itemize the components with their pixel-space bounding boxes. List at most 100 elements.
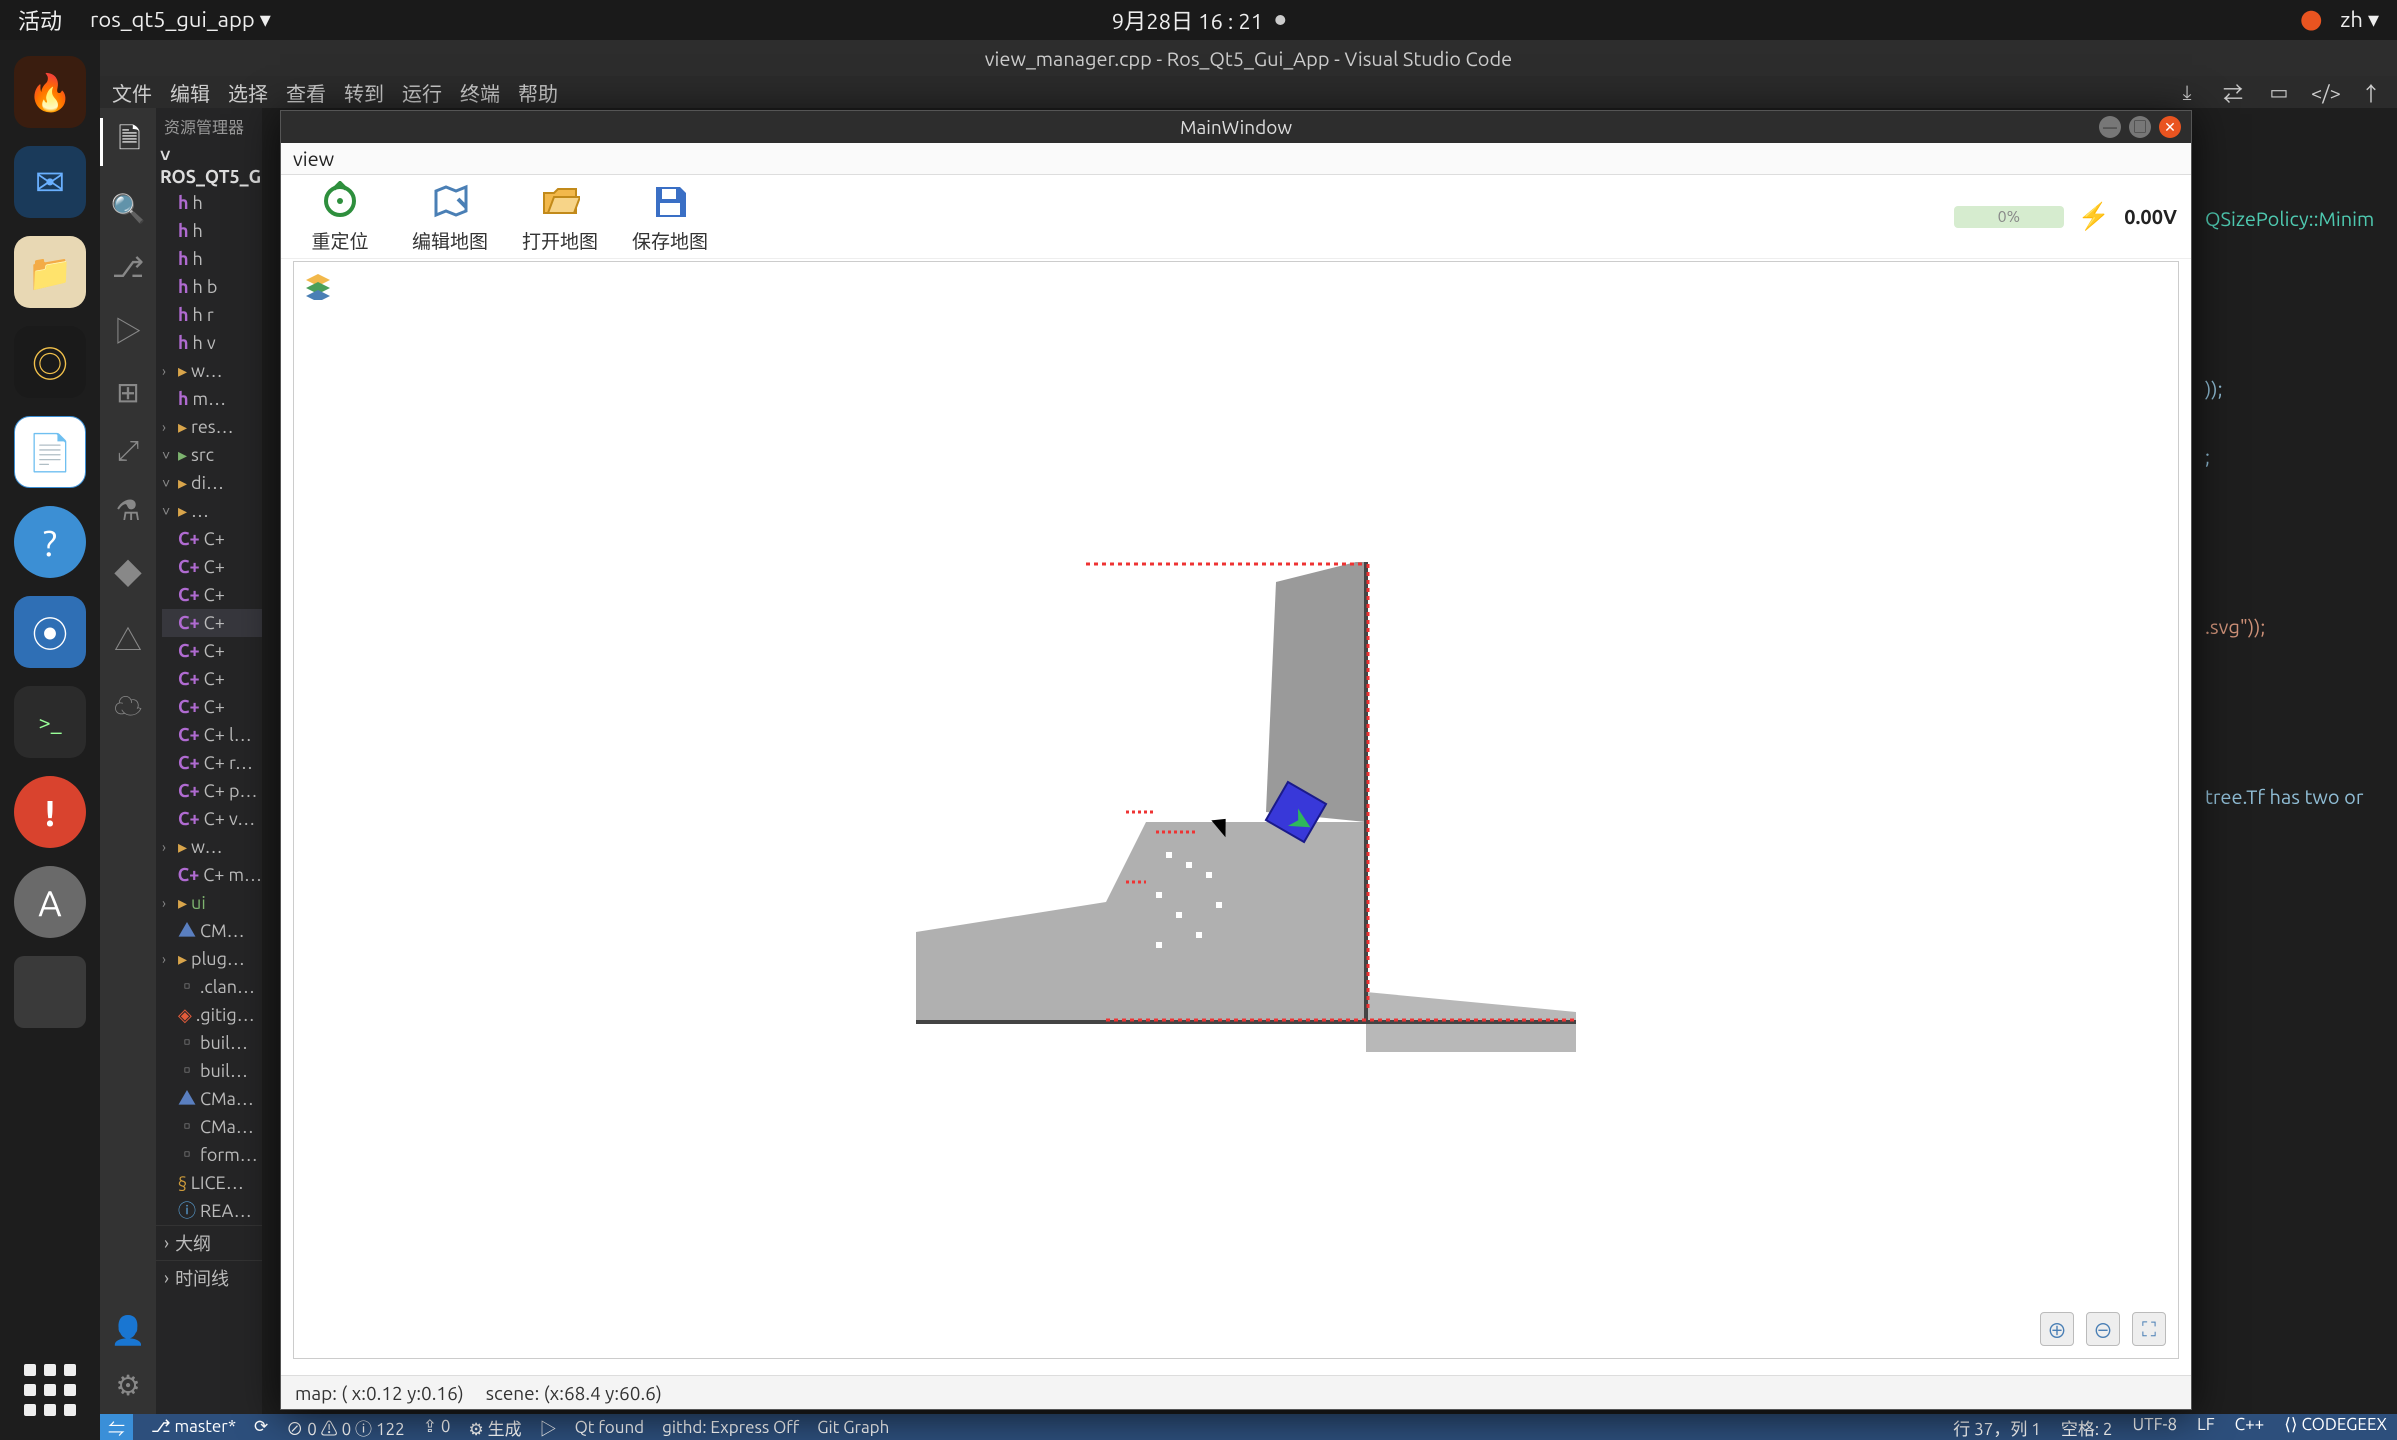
tree-item[interactable]: h h b — [162, 273, 262, 301]
tree-item[interactable]: h h — [162, 245, 262, 273]
tree-item[interactable]: ›▸ ui — [162, 889, 262, 917]
eol[interactable]: LF — [2197, 1415, 2215, 1440]
menu-go[interactable]: 转到 — [344, 78, 384, 107]
tree-item[interactable]: C+ C+ v… — [162, 805, 262, 833]
menu-run[interactable]: 运行 — [402, 78, 442, 107]
menu-help[interactable]: 帮助 — [518, 78, 558, 107]
dock-crash[interactable]: ! — [14, 776, 86, 848]
cursor-pos[interactable]: 行 37，列 1 — [1953, 1415, 2041, 1440]
dock-updater[interactable]: A — [14, 866, 86, 938]
activity-test-icon[interactable]: ⚗ — [115, 494, 140, 527]
clock[interactable]: 9月28日 16 : 21 — [1112, 4, 1263, 36]
tree-item[interactable]: h h — [162, 217, 262, 245]
tree-item[interactable]: h h — [162, 189, 262, 217]
activities-button[interactable]: 活动 — [18, 4, 62, 36]
tree-item[interactable]: h h v — [162, 329, 262, 357]
qt-titlebar[interactable]: MainWindow — □ ✕ — [281, 111, 2191, 143]
input-language[interactable]: zh ▾ — [2340, 7, 2379, 33]
dock-rhythmbox[interactable]: ◎ — [14, 326, 86, 398]
download-icon[interactable]: ⤓ — [2173, 80, 2201, 104]
tree-item[interactable]: ›▸ plug… — [162, 945, 262, 973]
dock-vscode[interactable]: ⦿ — [14, 596, 86, 668]
git-branch[interactable]: ⎇ master* — [151, 1417, 236, 1437]
timeline-section[interactable]: ›时间线 — [156, 1260, 262, 1295]
zoom-out-button[interactable]: ⊖ — [2086, 1312, 2120, 1346]
indent[interactable]: 空格: 2 — [2061, 1415, 2113, 1440]
tree-item[interactable]: C+ C+ — [162, 637, 262, 665]
dock-files[interactable]: 📁 — [14, 236, 86, 308]
tree-item[interactable]: ˅▸ … — [162, 497, 262, 525]
activity-cmake-icon[interactable]: △ — [114, 619, 142, 659]
qt-found[interactable]: Qt found — [575, 1418, 645, 1437]
tree-item[interactable]: ▫ buil… — [162, 1057, 262, 1085]
gitgraph[interactable]: Git Graph — [817, 1418, 889, 1437]
open-map-button[interactable]: 打开地图 — [515, 179, 605, 254]
tree-item[interactable]: ›▸ w… — [162, 357, 262, 385]
activity-run-icon[interactable]: ▷ — [114, 310, 142, 350]
activity-cloud-icon[interactable]: ☁ — [114, 685, 142, 725]
dock-firefox[interactable]: 🔥 — [14, 56, 86, 128]
show-apps-button[interactable] — [24, 1364, 76, 1416]
ports[interactable]: ⇪ 0 — [423, 1417, 451, 1437]
activity-scm-icon[interactable]: ⎇ — [112, 251, 144, 284]
zoom-in-button[interactable]: ⊕ — [2040, 1312, 2074, 1346]
split-icon[interactable]: ▭ — [2265, 80, 2293, 104]
tree-item[interactable]: C+ C+ — [162, 553, 262, 581]
remote-indicator[interactable]: ⇋ — [100, 1414, 133, 1440]
tree-item[interactable]: ˅▸ src — [162, 441, 262, 469]
maximize-button[interactable]: □ — [2129, 116, 2151, 138]
encoding[interactable]: UTF-8 — [2133, 1415, 2178, 1440]
save-map-button[interactable]: 保存地图 — [625, 179, 715, 254]
tree-item[interactable]: ▫ CMa… — [162, 1113, 262, 1141]
relocate-button[interactable]: 重定位 — [295, 179, 385, 254]
layers-icon[interactable] — [304, 272, 332, 300]
tree-item[interactable]: C+ C+ — [162, 525, 262, 553]
tree-item[interactable]: h m… — [162, 385, 262, 413]
tree-item[interactable]: C+ C+ m… — [162, 861, 262, 889]
tree-item[interactable]: h h r — [162, 301, 262, 329]
menu-edit[interactable]: 编辑 — [170, 78, 210, 107]
run-icon[interactable]: ▷ — [540, 1415, 557, 1440]
git-sync[interactable]: ⟳ — [254, 1417, 268, 1437]
tree-item[interactable]: C+ C+ r… — [162, 749, 262, 777]
tree-item[interactable]: ›▸ w… — [162, 833, 262, 861]
tree-item[interactable]: C+ C+ — [162, 693, 262, 721]
tree-item[interactable]: ▲ CMa… — [162, 1085, 262, 1113]
tree-item[interactable]: ▫ .clan… — [162, 973, 262, 1001]
tree-item[interactable]: ▲ CM… — [162, 917, 262, 945]
menu-terminal[interactable]: 终端 — [460, 78, 500, 107]
outline-section[interactable]: ›大纲 — [156, 1225, 262, 1260]
minimize-button[interactable]: — — [2099, 116, 2121, 138]
activity-extensions-icon[interactable]: ⊞ — [116, 376, 139, 409]
githd[interactable]: githd: Express Off — [662, 1418, 799, 1437]
language-mode[interactable]: C++ — [2235, 1415, 2265, 1440]
problems[interactable]: ⊘ 0 ⚠ 0 ⓘ 122 — [286, 1415, 404, 1440]
dock-terminal[interactable]: >_ — [14, 686, 86, 758]
tree-item[interactable]: C+ C+ — [162, 609, 262, 637]
activity-account-icon[interactable]: 👤 — [111, 1314, 146, 1347]
codegeex[interactable]: ⟨⟩ CODEGEEX — [2284, 1415, 2387, 1440]
tree-item[interactable]: ›▸ res… — [162, 413, 262, 441]
activity-explorer-icon[interactable]: 🗎 — [100, 118, 156, 166]
tree-item[interactable]: ⓘ REA… — [162, 1197, 262, 1225]
menu-file[interactable]: 文件 — [112, 78, 152, 107]
menu-view[interactable]: 查看 — [286, 78, 326, 107]
activity-docker-icon[interactable]: ◆ — [114, 553, 142, 593]
tree-item[interactable]: C+ C+ p… — [162, 777, 262, 805]
menu-selection[interactable]: 选择 — [228, 78, 268, 107]
map-canvas[interactable]: ⊕ ⊖ ⛶ — [293, 261, 2179, 1359]
compare-icon[interactable]: ⇄ — [2219, 78, 2247, 107]
workspace-root[interactable]: ˅ ROS_QT5_G… — [156, 144, 262, 189]
focused-app-menu[interactable]: ros_qt5_gui_app ▾ — [90, 7, 271, 33]
dock-thunderbird[interactable]: ✉ — [14, 146, 86, 218]
tree-item[interactable]: ▫ form… — [162, 1141, 262, 1169]
edit-map-button[interactable]: 编辑地图 — [405, 179, 495, 254]
close-button[interactable]: ✕ — [2159, 116, 2181, 138]
activity-search-icon[interactable]: 🔍 — [111, 192, 146, 225]
tree-item[interactable]: § LICE… — [162, 1169, 262, 1197]
tree-item[interactable]: ▫ buil… — [162, 1029, 262, 1057]
tree-item[interactable]: ◈ .gitig… — [162, 1001, 262, 1029]
tree-item[interactable]: C+ C+ — [162, 665, 262, 693]
tree-item[interactable]: C+ C+ l… — [162, 721, 262, 749]
more-icon[interactable]: ↑ — [2357, 78, 2385, 107]
